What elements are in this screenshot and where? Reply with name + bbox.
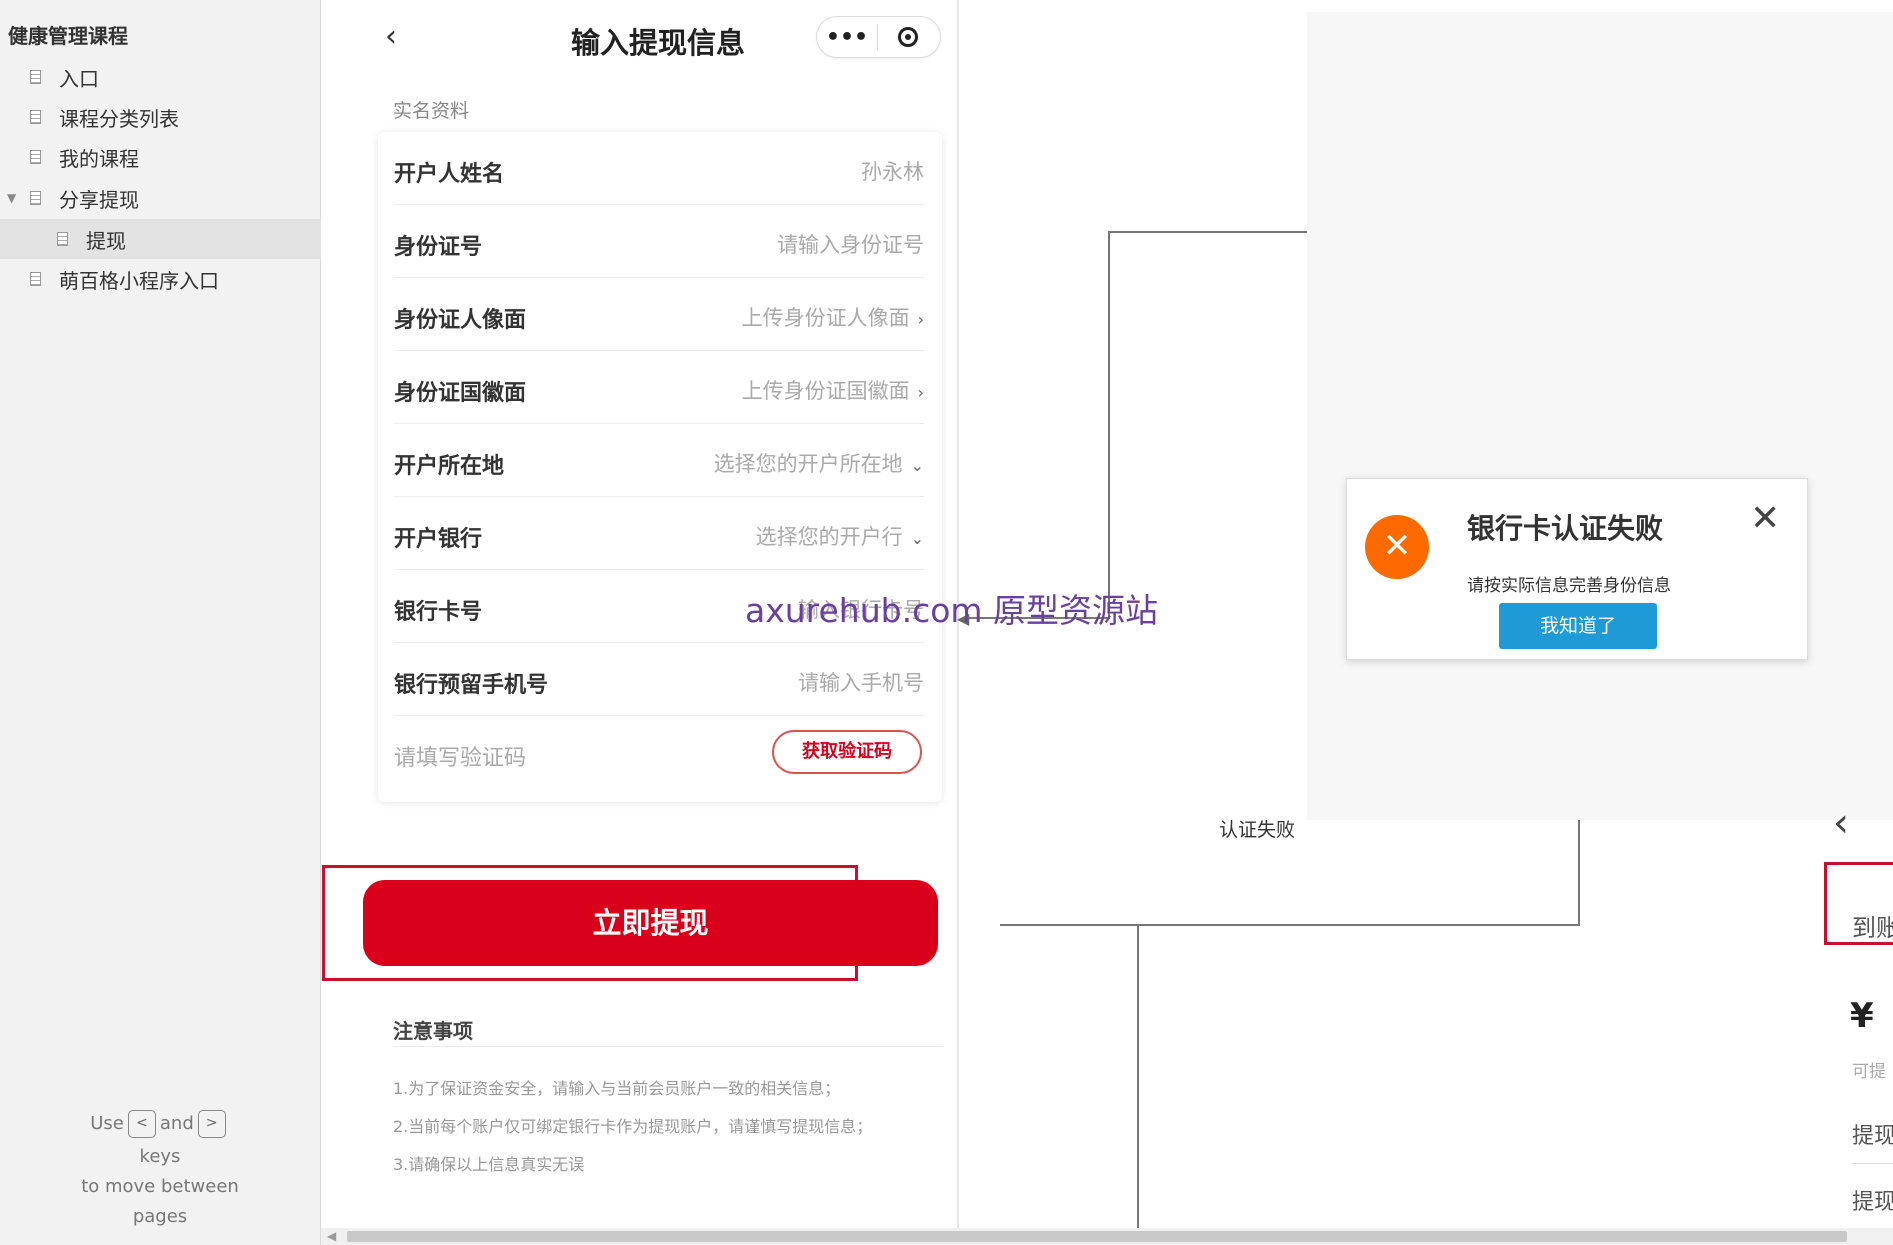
connector-line [1000, 924, 1580, 926]
section-label: 实名资料 [393, 100, 470, 122]
form-row-phone[interactable]: 银行预留手机号 请输入手机号 [394, 643, 924, 716]
page-icon [30, 150, 41, 164]
connector-line [1137, 926, 1139, 1228]
arrival-label: 到账 [1852, 914, 1893, 942]
sidebar-item-mini-program-entry[interactable]: 萌百格小程序入口 [0, 259, 350, 299]
sidebar-item-label: 我的课程 [59, 146, 139, 171]
scrollbar-thumb[interactable] [347, 1231, 1847, 1242]
bank-location-select[interactable]: 选择您的开户所在地 ⌄ [714, 448, 924, 478]
id-number-input[interactable]: 请输入身份证号 [777, 229, 924, 259]
field-label: 开户所在地 [394, 454, 505, 479]
bank-card-auth-failed-dialog: ✕ 银行卡认证失败 ✕ 请按实际信息完善身份信息 我知道了 [1346, 478, 1808, 660]
verify-code-input[interactable]: 请填写验证码 [394, 740, 526, 772]
field-value: 孙永林 [861, 160, 924, 184]
field-label: 开户人姓名 [394, 162, 505, 187]
divider [1852, 1163, 1893, 1164]
chevron-down-icon: ⌄ [910, 529, 924, 548]
chevron-right-icon: › [917, 383, 924, 402]
sidebar-item-label: 分享提现 [59, 187, 139, 212]
mini-program-capsule: ••• [816, 16, 941, 58]
form-row-bank[interactable]: 开户银行 选择您的开户行 ⌄ [394, 497, 924, 570]
form-row-id-back[interactable]: 身份证国徽面 上传身份证国徽面 › [394, 351, 924, 424]
page-icon [30, 70, 41, 84]
field-label: 身份证国徽面 [394, 381, 527, 406]
watermark-text: axurehub.com 原型资源站 [745, 591, 1159, 630]
field-label: 身份证人像面 [394, 308, 527, 333]
page-icon [30, 272, 41, 286]
field-label: 开户银行 [394, 527, 483, 552]
connector-line [1108, 231, 1110, 617]
project-title: 健康管理课程 [8, 24, 128, 48]
field-label: 身份证号 [394, 235, 483, 260]
note-item: 2.当前每个账户仅可绑定银行卡作为提现账户，请谨慎写提现信息； [393, 1117, 873, 1136]
currency-symbol: ¥ [1850, 996, 1874, 1036]
real-name-form: 开户人姓名 孙永林 身份证号 请输入身份证号 身份证人像面 上传身份证人像面 › … [378, 132, 942, 802]
field-label: 银行卡号 [394, 600, 483, 625]
sidebar-item-label: 提现 [86, 228, 126, 253]
prev-key-icon: < [127, 1110, 156, 1138]
scroll-left-icon[interactable]: ◀ [327, 1229, 336, 1243]
dialog-title: 银行卡认证失败 [1467, 512, 1664, 545]
sidebar-item-label: 萌百格小程序入口 [59, 268, 219, 293]
form-row-account-name[interactable]: 开户人姓名 孙永林 [394, 132, 924, 205]
phone-input[interactable]: 请输入手机号 [798, 667, 924, 697]
page-tree-sidebar: 健康管理课程 入口 课程分类列表 我的课程 ▼ 分享提现 提现 萌百格小程序入口… [0, 0, 377, 1245]
page-icon [30, 191, 41, 205]
form-row-bank-location[interactable]: 开户所在地 选择您的开户所在地 ⌄ [394, 424, 924, 497]
withdraw-now-button[interactable]: 立即提现 [363, 880, 938, 966]
field-label: 银行预留手机号 [394, 673, 549, 698]
upload-id-front[interactable]: 上传身份证人像面 › [742, 302, 924, 332]
chevron-down-icon: ⌄ [910, 456, 924, 475]
get-code-button[interactable]: 获取验证码 [772, 730, 922, 774]
sidebar-item-label: 入口 [59, 66, 99, 91]
horizontal-scrollbar[interactable]: ◀ [321, 1228, 1893, 1245]
caret-down-icon[interactable]: ▼ [7, 191, 16, 205]
note-item: 3.请确保以上信息真实无误 [393, 1155, 585, 1174]
form-row-id-number[interactable]: 身份证号 请输入身份证号 [394, 205, 924, 278]
page-icon [30, 110, 41, 124]
sidebar-item-course-categories[interactable]: 课程分类列表 [0, 97, 350, 137]
next-page-panel [1307, 12, 1893, 820]
close-target-icon[interactable] [878, 27, 938, 47]
prototype-canvas: ‹ 输入提现信息 ••• 实名资料 开户人姓名 孙永林 身份证号 请输入身份证号… [321, 0, 1893, 1228]
back-arrow-icon[interactable]: ‹ [1833, 800, 1849, 846]
page-title: 输入提现信息 [571, 26, 746, 60]
sidebar-item-share-withdraw[interactable]: ▼ 分享提现 [0, 178, 350, 218]
keyboard-hint: Use < and > [0, 1110, 320, 1138]
close-icon[interactable]: ✕ [1750, 501, 1780, 537]
bank-select[interactable]: 选择您的开户行 ⌄ [756, 521, 924, 551]
upload-id-back[interactable]: 上传身份证国徽面 › [742, 375, 924, 405]
error-x-icon: ✕ [1365, 515, 1429, 579]
form-row-id-front[interactable]: 身份证人像面 上传身份证人像面 › [394, 278, 924, 351]
form-row-verify-code[interactable]: 请填写验证码 获取验证码 [394, 716, 924, 789]
sidebar-item-label: 课程分类列表 [59, 106, 179, 131]
keyboard-hint-line3: pages [132, 1206, 188, 1227]
note-item: 1.为了保证资金安全，请输入与当前会员账户一致的相关信息； [393, 1079, 841, 1098]
notes-title: 注意事项 [393, 1019, 473, 1043]
chevron-right-icon: › [917, 310, 924, 329]
sidebar-item-my-courses[interactable]: 我的课程 [0, 137, 350, 177]
next-key-icon: > [197, 1110, 226, 1138]
more-icon[interactable]: ••• [817, 25, 877, 50]
dialog-message: 请按实际信息完善身份信息 [1467, 576, 1671, 596]
available-label: 可提 [1852, 1062, 1886, 1082]
page-icon [57, 232, 68, 246]
withdraw-row-label: 提现 [1852, 1124, 1893, 1149]
withdraw-row-label: 提现 [1852, 1190, 1893, 1215]
divider [393, 1046, 943, 1047]
back-arrow-icon[interactable]: ‹ [385, 22, 397, 52]
keyboard-hint-keys: keys [139, 1146, 181, 1167]
keyboard-hint-line2: to move between [81, 1176, 239, 1197]
connector-label: 认证失败 [1217, 815, 1298, 842]
got-it-button[interactable]: 我知道了 [1499, 603, 1657, 649]
sidebar-item-entry[interactable]: 入口 [0, 57, 350, 97]
